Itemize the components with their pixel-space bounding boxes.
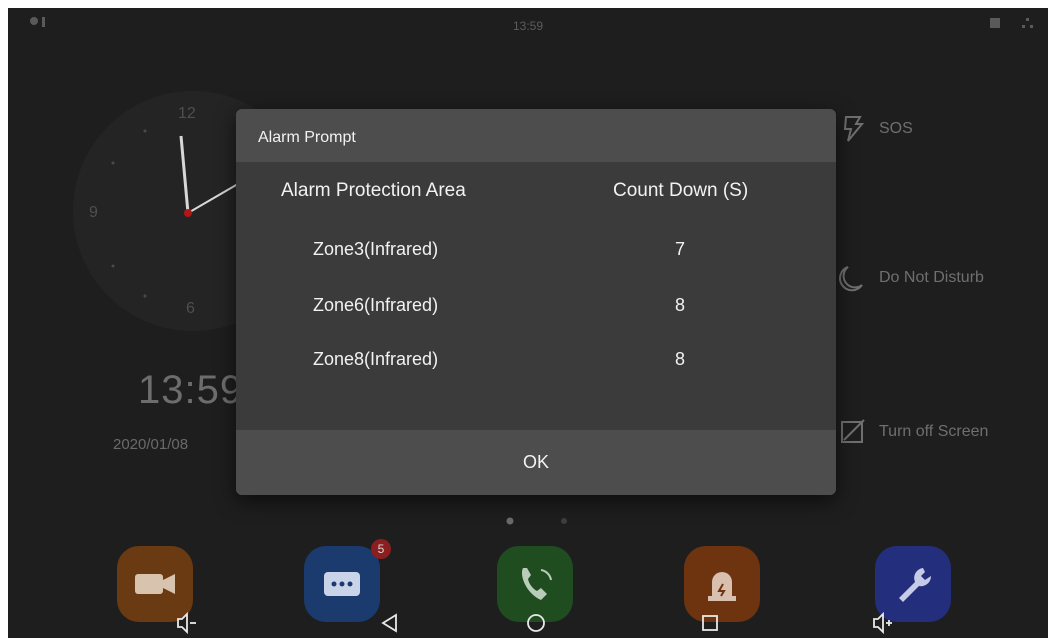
zone-cell: Zone3(Infrared) bbox=[313, 239, 439, 259]
navigation-bar bbox=[8, 608, 1048, 638]
status-bar: 13:59 bbox=[8, 8, 1048, 42]
dialog-title-bar: Alarm Prompt bbox=[236, 109, 836, 162]
home-date: 2020/01/08 bbox=[113, 436, 189, 453]
sos-button[interactable]: SOS bbox=[838, 110, 1048, 150]
volume-up-icon[interactable] bbox=[870, 610, 896, 636]
status-time: 13:59 bbox=[512, 19, 544, 33]
countdown-cell: 8 bbox=[675, 295, 686, 315]
dialog-title: Alarm Prompt bbox=[258, 129, 356, 146]
column-header-area: Alarm Protection Area bbox=[281, 180, 466, 201]
home-time: 13:59 bbox=[138, 368, 244, 412]
home-icon[interactable] bbox=[523, 610, 549, 636]
alarm-prompt-dialog: Alarm Prompt Alarm Protection Area Count… bbox=[236, 109, 836, 495]
device-screen: 13:59 12 9 6 13:59 2020/01/08 SOS Do Not… bbox=[8, 8, 1048, 638]
table-row: Zone6(Infrared) 8 bbox=[236, 295, 836, 325]
countdown-cell: 8 bbox=[675, 349, 686, 369]
screen-off-icon bbox=[841, 419, 865, 443]
page-indicator bbox=[506, 517, 567, 525]
network-icon bbox=[990, 18, 1033, 28]
table-row: Zone8(Infrared) 8 bbox=[236, 349, 836, 379]
column-header-countdown: Count Down (S) bbox=[613, 180, 749, 201]
back-icon[interactable] bbox=[377, 610, 403, 636]
do-not-disturb-label: Do Not Disturb bbox=[879, 269, 984, 286]
table-row: Zone3(Infrared) 7 bbox=[236, 239, 836, 269]
message-badge: 5 bbox=[371, 539, 391, 559]
zone-cell: Zone8(Infrared) bbox=[313, 349, 439, 369]
sos-label: SOS bbox=[879, 120, 913, 137]
ok-button[interactable]: OK bbox=[486, 442, 586, 482]
recents-icon[interactable] bbox=[697, 610, 723, 636]
do-not-disturb-button[interactable]: Do Not Disturb bbox=[838, 259, 1048, 299]
zone-cell: Zone6(Infrared) bbox=[313, 295, 439, 315]
turn-off-screen-button[interactable]: Turn off Screen bbox=[838, 413, 1048, 453]
moon-icon bbox=[839, 266, 863, 292]
sos-icon bbox=[843, 116, 865, 142]
countdown-cell: 7 bbox=[675, 239, 686, 259]
volume-down-icon[interactable] bbox=[174, 610, 200, 636]
turn-off-screen-label: Turn off Screen bbox=[879, 423, 989, 440]
dialog-footer: OK bbox=[236, 430, 836, 495]
